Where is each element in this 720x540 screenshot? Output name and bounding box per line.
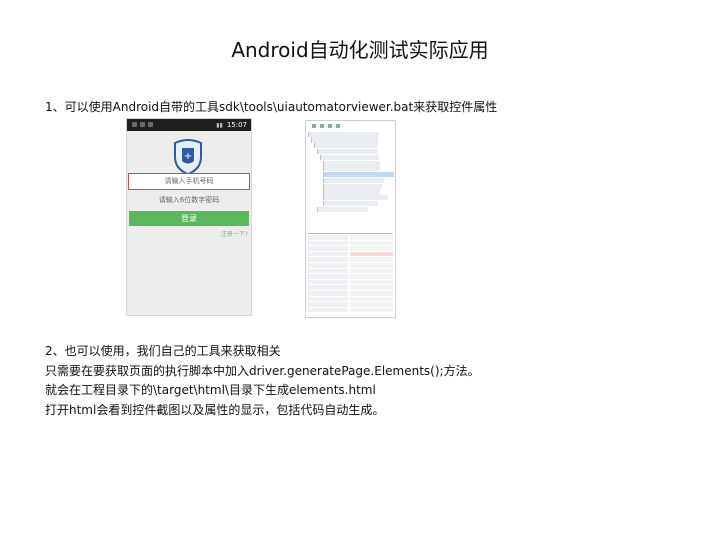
- tree-node: [323, 195, 388, 201]
- step-1-text: 1、可以使用Android自带的工具sdk\tools\uiautomatorv…: [45, 100, 498, 114]
- slide-title: Android自动化测试实际应用: [231, 38, 489, 62]
- hierarchy-tree: [308, 131, 394, 229]
- tree-node: [323, 166, 380, 172]
- step-2-detail-2: 就会在工程目录下的\target\html\目录下生成elements.html: [45, 383, 376, 397]
- property-row: [308, 257, 393, 262]
- property-row: [308, 307, 393, 313]
- tree-node: [308, 131, 379, 137]
- tree-node: [317, 206, 368, 212]
- property-row: [308, 251, 393, 257]
- app-logo-icon: +: [174, 139, 202, 175]
- step-2-text: 2、也可以使用，我们自己的工具来获取相关: [45, 344, 281, 358]
- username-input[interactable]: 请输入手机号码: [128, 173, 250, 190]
- phone-time: 15:07: [226, 121, 247, 129]
- property-row: [308, 246, 393, 251]
- tree-node: [323, 177, 384, 184]
- step-2-detail-3: 打开html会看到控件截图以及属性的显示，包括代码自动生成。: [45, 403, 385, 417]
- tree-node: [317, 148, 378, 155]
- property-row: [308, 279, 393, 285]
- step-2-detail-1: 只需要在要获取页面的执行脚本中加入driver.generatePage.Ele…: [45, 364, 480, 378]
- property-row: [308, 302, 393, 307]
- property-row: [308, 268, 393, 274]
- property-row: [308, 285, 393, 290]
- property-row: [308, 262, 393, 268]
- property-row: [308, 274, 393, 279]
- notification-icons: [132, 122, 162, 128]
- tree-node: [311, 137, 378, 143]
- svg-text:+: +: [184, 151, 192, 162]
- tree-node: [323, 200, 378, 207]
- tree-node: [323, 189, 380, 195]
- property-row: [308, 290, 393, 296]
- signal-icon: ▮▮: [216, 121, 223, 129]
- register-link[interactable]: 注册一下?: [221, 229, 248, 238]
- uiautomatorviewer-screenshot: [305, 120, 396, 318]
- tree-node-selected: [323, 172, 394, 178]
- property-row: [308, 240, 393, 246]
- password-input[interactable]: 请输入6位数字密码: [129, 193, 249, 208]
- viewer-toolbar: [306, 121, 395, 130]
- tree-node: [323, 160, 380, 166]
- tree-node: [323, 183, 382, 189]
- property-row: [308, 296, 393, 302]
- node-properties-table: [308, 233, 393, 316]
- phone-screenshot: ▮▮ 15:07 + 请输入手机号码 请输入6位数字密码 登录 注册一下?: [126, 118, 252, 316]
- tree-node: [314, 143, 378, 149]
- login-button[interactable]: 登录: [129, 211, 249, 226]
- phone-status-bar: ▮▮ 15:07: [127, 119, 251, 131]
- tree-node: [320, 154, 379, 160]
- property-row: [308, 235, 393, 240]
